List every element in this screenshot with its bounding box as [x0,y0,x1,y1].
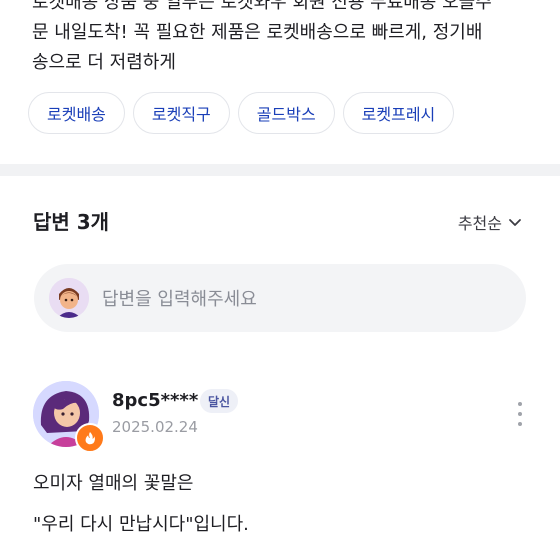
chip-gold-box[interactable]: 골드박스 [237,92,335,134]
answer-input[interactable]: 답변을 입력해주세요 [34,264,526,332]
answer-text-line-2: "우리 다시 만납시다"입니다. [33,514,249,535]
answer-input-placeholder: 답변을 입력해주세요 [102,289,257,310]
more-options-icon[interactable] [514,402,526,426]
answer-text-line-1: 오미자 열매의 꽃말은 [33,473,194,494]
ad-line-1: 문 내일도착! 꼭 필요한 제품은 로켓배송으로 빠르게, 정기배 [32,22,483,43]
ad-description: 로켓배송 상품 중 일부는 로켓와우 회원 전용 무료배송 오늘주 문 내일도착… [32,0,552,78]
user-rank-badge: 달신 [200,389,239,413]
sort-dropdown[interactable]: 추천순 [458,210,522,234]
section-divider [0,164,560,176]
my-avatar [49,278,89,318]
answers-count-header: 답변 3개 [33,210,110,234]
ad-line-2: 송으로 더 저렴하게 [32,52,176,73]
answer-date: 2025.02.24 [112,418,198,436]
ad-line-0: 로켓배송 상품 중 일부는 로켓와우 회원 전용 무료배송 오늘주 [32,0,492,13]
chevron-down-icon [509,219,521,226]
category-chips: 로켓배송 로켓직구 골드박스 로켓프레시 [28,92,455,134]
fire-icon [75,423,105,453]
sort-label: 추천순 [457,214,502,233]
answer-username[interactable]: 8pc5**** [112,390,198,411]
chip-rocket-fresh[interactable]: 로켓프레시 [342,92,455,134]
chip-rocket-direct[interactable]: 로켓직구 [132,92,230,134]
chip-rocket-delivery[interactable]: 로켓배송 [28,92,125,134]
